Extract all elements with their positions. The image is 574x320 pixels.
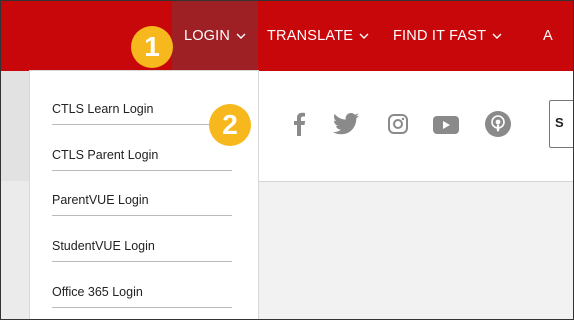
screenshot-border xyxy=(0,0,574,320)
